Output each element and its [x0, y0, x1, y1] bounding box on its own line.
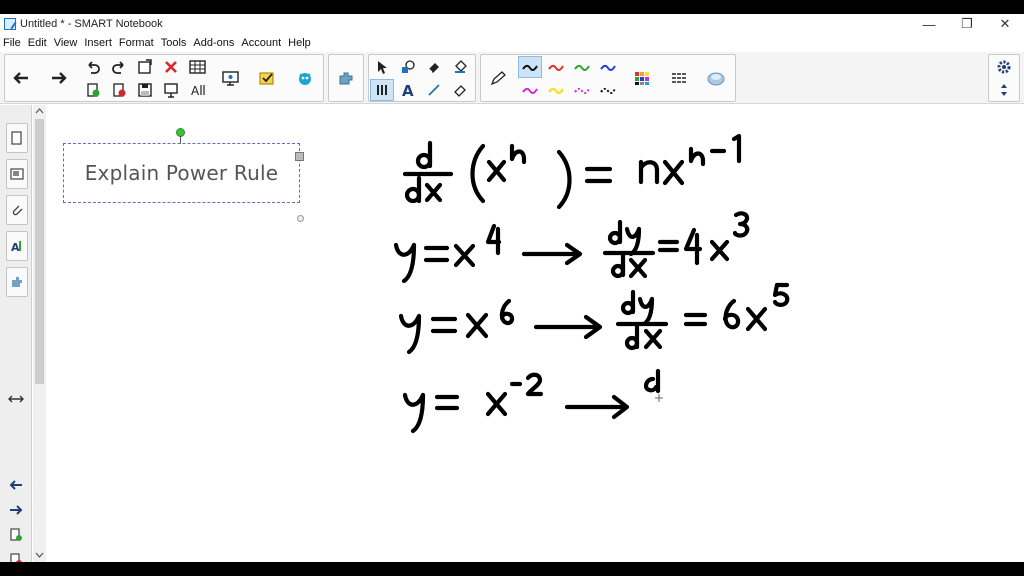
- addons-tab[interactable]: [6, 267, 28, 297]
- minimize-button[interactable]: —: [910, 14, 948, 34]
- menu-bar: File Edit View Insert Format Tools Add-o…: [0, 34, 1024, 52]
- restore-button[interactable]: ❐: [948, 14, 986, 34]
- window-title: Untitled * - SMART Notebook: [20, 18, 163, 30]
- delete-page-icon[interactable]: [4, 549, 28, 562]
- svg-text:A: A: [402, 82, 414, 98]
- pen-green-wave[interactable]: [570, 56, 594, 78]
- title-bar: Untitled * - SMART Notebook — ❐ ✕: [0, 14, 1024, 34]
- pen-pink-dashed[interactable]: [570, 79, 594, 101]
- delete-icon[interactable]: [159, 56, 183, 78]
- back-icon[interactable]: [9, 67, 33, 89]
- menu-help[interactable]: Help: [288, 37, 311, 49]
- window-controls: — ❐ ✕: [910, 14, 1024, 34]
- scroll-up-icon[interactable]: [35, 107, 44, 115]
- menu-format[interactable]: Format: [119, 37, 154, 49]
- pen-tool-icon[interactable]: [370, 79, 394, 101]
- next-page-icon[interactable]: [4, 499, 28, 521]
- forward-icon[interactable]: [47, 67, 71, 89]
- screen-shade-icon[interactable]: [159, 79, 183, 101]
- ink-line-2: [393, 211, 750, 284]
- app-window: Untitled * - SMART Notebook — ❐ ✕ File E…: [0, 14, 1024, 562]
- pen-yellow-wave[interactable]: [544, 79, 568, 101]
- table-icon[interactable]: [186, 56, 210, 78]
- page-icon[interactable]: [133, 56, 157, 78]
- previous-page-icon[interactable]: [4, 474, 28, 496]
- move-toolbar-icon[interactable]: [992, 79, 1016, 101]
- menu-insert[interactable]: Insert: [84, 37, 112, 49]
- screen-share-icon[interactable]: [219, 67, 243, 89]
- toolbar-group-pens: [480, 54, 736, 102]
- response-icon[interactable]: [255, 67, 279, 89]
- pen-cursor-icon: [655, 394, 663, 402]
- undo-icon[interactable]: [81, 56, 105, 78]
- menu-account[interactable]: Account: [241, 37, 281, 49]
- text-icon[interactable]: A: [396, 79, 420, 101]
- close-button[interactable]: ✕: [986, 14, 1024, 34]
- menu-view[interactable]: View: [54, 37, 78, 49]
- color-palette-icon[interactable]: [630, 67, 654, 89]
- toolbar-group-page: A: [4, 54, 324, 102]
- menu-tools[interactable]: Tools: [161, 37, 187, 49]
- ink-line-3: [398, 282, 790, 355]
- pen-icon[interactable]: [486, 67, 510, 89]
- select-icon[interactable]: [370, 56, 394, 78]
- svg-text:A: A: [191, 84, 200, 98]
- eraser-alt-icon[interactable]: [448, 79, 472, 101]
- fill-effects-icon[interactable]: [704, 67, 728, 89]
- line-icon[interactable]: [422, 79, 446, 101]
- svg-text:A: A: [11, 241, 20, 253]
- fill-icon[interactable]: [448, 56, 472, 78]
- shapes-icon[interactable]: [396, 56, 420, 78]
- add-page-icon[interactable]: [4, 524, 28, 546]
- main-toolbar: A A: [0, 52, 1024, 104]
- scroll-down-icon[interactable]: [35, 551, 44, 559]
- toolbar-group-addons: [328, 54, 364, 102]
- side-panel: A: [0, 105, 32, 562]
- toolbar-group-settings: [988, 54, 1020, 102]
- text-capture-icon[interactable]: A: [186, 79, 210, 101]
- ink-line-4: [402, 368, 661, 434]
- properties-tab[interactable]: A: [6, 231, 28, 261]
- handwritten-ink: [393, 133, 790, 434]
- menu-addons[interactable]: Add-ons: [193, 37, 234, 49]
- vertical-scrollbar[interactable]: [33, 105, 46, 562]
- notebook-app-icon: [4, 18, 16, 30]
- pen-black-dashed[interactable]: [596, 79, 620, 101]
- panel-resize-icon[interactable]: [4, 388, 28, 410]
- ink-line-1: [402, 133, 742, 210]
- gallery-tab[interactable]: [6, 159, 28, 189]
- toolbar-group-tools: A: [368, 54, 476, 102]
- pen-black-wave[interactable]: [518, 56, 542, 78]
- line-style-icon[interactable]: [667, 67, 691, 89]
- page-sorter-tab[interactable]: [6, 123, 28, 153]
- page-delete-icon[interactable]: [107, 79, 131, 101]
- pen-magenta-wave[interactable]: [518, 79, 542, 101]
- save-icon[interactable]: [133, 79, 157, 101]
- whiteboard-canvas[interactable]: Explain Power Rule: [46, 105, 1024, 562]
- eraser-icon[interactable]: [422, 56, 446, 78]
- redo-icon[interactable]: [107, 56, 131, 78]
- menu-file[interactable]: File: [3, 37, 21, 49]
- scroll-thumb[interactable]: [35, 119, 44, 384]
- page-add-icon[interactable]: [81, 79, 105, 101]
- settings-icon[interactable]: [992, 56, 1016, 78]
- pen-blue-wave[interactable]: [596, 56, 620, 78]
- attachments-tab[interactable]: [6, 195, 28, 225]
- pen-red-wave[interactable]: [544, 56, 568, 78]
- addons-icon[interactable]: [334, 67, 358, 89]
- lab-icon[interactable]: [293, 67, 317, 89]
- menu-edit[interactable]: Edit: [28, 37, 47, 49]
